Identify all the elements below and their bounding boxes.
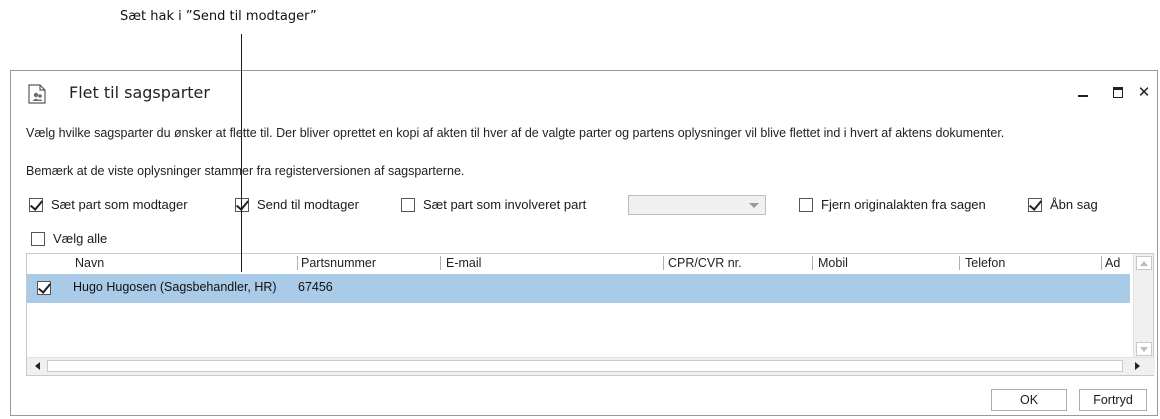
column-divider[interactable] [812,256,813,270]
open-case-checkbox[interactable] [1028,197,1042,212]
minimize-button[interactable] [1071,81,1095,103]
arrow-right-icon [1134,362,1140,370]
open-case-label: Åbn sag [1050,197,1098,212]
table-row[interactable]: Hugo Hugosen (Sagsbehandler, HR) 67456 [27,274,1130,303]
set-as-recipient-option[interactable]: Sæt part som modtager [29,197,188,212]
maximize-button[interactable] [1106,81,1130,103]
column-divider[interactable] [663,256,664,270]
arrow-down-icon [1140,346,1148,352]
callout-annotation: Sæt hak i ”Send til modtager” [120,9,317,24]
remove-original-checkbox[interactable] [799,197,813,212]
description-text: Vælg hvilke sagsparter du ønsker at flet… [26,126,1005,140]
set-as-recipient-label: Sæt part som modtager [51,197,188,212]
remove-original-label: Fjern originalakten fra sagen [821,197,986,212]
column-header-name[interactable]: Navn [75,254,104,272]
scroll-left-button[interactable] [29,359,45,373]
column-divider[interactable] [297,256,298,270]
scroll-down-button[interactable] [1136,342,1152,356]
merge-dialog: Flet til sagsparter ✕ Vælg hvilke sagspa… [10,70,1158,416]
minimize-icon [1078,95,1088,97]
arrow-up-icon [1140,260,1148,266]
send-to-recipient-checkbox[interactable] [235,197,249,212]
column-header-mobile[interactable]: Mobil [818,254,848,272]
column-divider[interactable] [1101,256,1102,270]
scroll-right-button[interactable] [1129,359,1145,373]
column-header-phone[interactable]: Telefon [965,254,1005,272]
dialog-title: Flet til sagsparter [69,83,210,102]
send-to-recipient-option[interactable]: Send til modtager [235,197,359,212]
arrow-left-icon [34,362,40,370]
close-icon: ✕ [1137,83,1151,101]
set-as-involved-label: Sæt part som involveret part [423,197,587,212]
column-header-cpr[interactable]: CPR/CVR nr. [668,254,742,272]
column-divider[interactable] [440,256,441,270]
horizontal-scrollbar[interactable] [27,357,1155,375]
cancel-button[interactable]: Fortryd [1079,389,1147,411]
close-button[interactable]: ✕ [1132,81,1156,103]
column-divider[interactable] [959,256,960,270]
set-as-involved-option[interactable]: Sæt part som involveret part [401,197,586,212]
parties-table: Navn Partsnummer E-mail CPR/CVR nr. Mobi… [26,253,1155,376]
select-all-option[interactable]: Vælg alle [31,231,107,246]
column-header-email[interactable]: E-mail [446,254,481,272]
cell-party-number: 67456 [298,280,333,294]
remove-original-option[interactable]: Fjern originalakten fra sagen [799,197,986,212]
set-as-involved-checkbox[interactable] [401,197,415,212]
column-header-address[interactable]: Ad [1105,254,1129,272]
callout-line [241,34,242,272]
send-to-recipient-label: Send til modtager [257,197,359,212]
involved-role-select[interactable] [628,195,766,215]
cell-name: Hugo Hugosen (Sagsbehandler, HR) [73,280,277,294]
maximize-icon [1113,86,1123,98]
notice-text: Bemærk at de viste oplysninger stammer f… [26,164,465,178]
document-users-icon [28,84,46,104]
chevron-down-icon [749,203,759,208]
select-all-label: Vælg alle [53,231,108,246]
scroll-up-button[interactable] [1136,256,1152,270]
column-header-party-number[interactable]: Partsnummer [301,254,376,272]
set-as-recipient-checkbox[interactable] [29,197,43,212]
select-all-checkbox[interactable] [31,231,45,246]
vertical-scrollbar[interactable] [1133,254,1153,358]
ok-button[interactable]: OK [991,389,1067,411]
row-select-checkbox[interactable] [37,281,51,295]
horizontal-scroll-thumb[interactable] [47,360,1123,372]
open-case-option[interactable]: Åbn sag [1028,197,1098,212]
